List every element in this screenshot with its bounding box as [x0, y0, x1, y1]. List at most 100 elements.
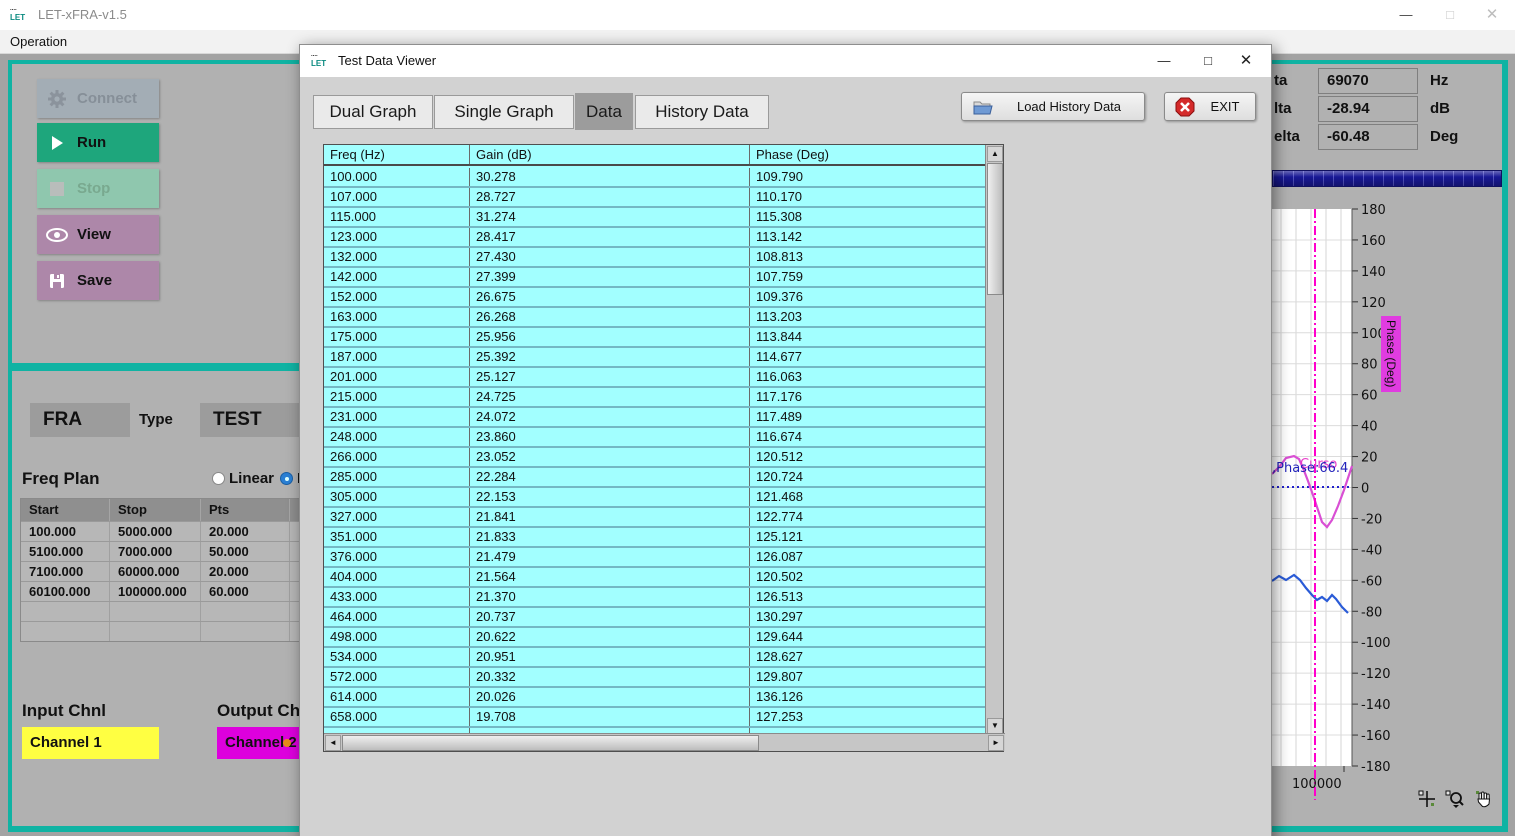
- y-tick-label: -60: [1361, 574, 1382, 589]
- data-table-row[interactable]: 433.00021.370126.513: [324, 588, 987, 608]
- freq-plan-cell: [110, 602, 201, 621]
- data-table-row[interactable]: 142.00027.399107.759: [324, 268, 987, 288]
- bode-chart[interactable]: 180160140120100806040200-20-40-60-80-100…: [1272, 200, 1502, 830]
- data-table-row[interactable]: 572.00020.332129.807: [324, 668, 987, 688]
- freq-plan-row[interactable]: [21, 601, 302, 621]
- pan-hand-icon[interactable]: [1474, 790, 1492, 813]
- data-table-cell: 21.370: [470, 588, 750, 606]
- play-icon: [37, 135, 77, 151]
- data-table-cell: 107.759: [750, 268, 987, 286]
- log-radio[interactable]: [280, 472, 293, 485]
- data-table-row[interactable]: 187.00025.392114.677: [324, 348, 987, 368]
- delta-gain-label: lta: [1274, 100, 1292, 117]
- zoom-tool-icon[interactable]: [1445, 790, 1465, 813]
- freq-plan-row[interactable]: 60100.000100000.00060.000: [21, 581, 302, 601]
- data-table-cell: 129.807: [750, 668, 987, 686]
- freq-plan-row[interactable]: 5100.0007000.00050.000: [21, 541, 302, 561]
- input-chnl-label: Input Chnl: [22, 701, 106, 721]
- tab-data[interactable]: Data: [575, 93, 633, 130]
- data-table-row[interactable]: 175.00025.956113.844: [324, 328, 987, 348]
- scroll-down-icon[interactable]: ▼: [987, 718, 1003, 734]
- dialog-maximize-icon[interactable]: □: [1191, 45, 1225, 77]
- maximize-icon[interactable]: □: [1433, 0, 1467, 30]
- horizontal-scroll-thumb[interactable]: [342, 735, 759, 751]
- data-table-row[interactable]: 215.00024.725117.176: [324, 388, 987, 408]
- data-table-row[interactable]: 123.00028.417113.142: [324, 228, 987, 248]
- data-table-row[interactable]: 464.00020.737130.297: [324, 608, 987, 628]
- data-table-row[interactable]: 658.00019.708127.253: [324, 708, 987, 728]
- data-table-row[interactable]: 100.00030.278109.790: [324, 168, 987, 188]
- freq-plan-cell: 20.000: [201, 522, 290, 541]
- view-button[interactable]: View: [37, 215, 159, 254]
- operation-panel: Connect Run Stop View Save: [8, 60, 299, 363]
- tab-single-graph[interactable]: Single Graph: [434, 95, 574, 129]
- data-table-cell: 24.725: [470, 388, 750, 406]
- y-tick-label: -80: [1361, 605, 1382, 620]
- delta-phase-readout[interactable]: -60.48: [1318, 124, 1418, 150]
- tab-dual-graph[interactable]: Dual Graph: [313, 95, 433, 129]
- data-table-cell: 122.774: [750, 508, 987, 526]
- load-history-data-button[interactable]: Load History Data: [961, 92, 1145, 121]
- connect-button[interactable]: Connect: [37, 79, 159, 118]
- data-table-row[interactable]: 266.00023.052120.512: [324, 448, 987, 468]
- data-table-row[interactable]: 498.00020.622129.644: [324, 628, 987, 648]
- stop-button[interactable]: Stop: [37, 169, 159, 208]
- close-icon[interactable]: ✕: [1475, 0, 1509, 30]
- vertical-scrollbar[interactable]: ▲ ▼: [985, 145, 1003, 735]
- freq-plan-row[interactable]: 7100.00060000.00020.000: [21, 561, 302, 581]
- minimize-icon[interactable]: —: [1389, 0, 1423, 30]
- data-table-row[interactable]: 534.00020.951128.627: [324, 648, 987, 668]
- y-tick-label: 0: [1361, 482, 1369, 497]
- data-table-row[interactable]: 107.00028.727110.170: [324, 188, 987, 208]
- y-tick-label: -40: [1361, 543, 1382, 558]
- data-table-row[interactable]: 404.00021.564120.502: [324, 568, 987, 588]
- data-table-row[interactable]: 614.00020.026136.126: [324, 688, 987, 708]
- data-table-row[interactable]: 248.00023.860116.674: [324, 428, 987, 448]
- input-channel-selector[interactable]: Channel 1: [22, 727, 159, 759]
- run-button[interactable]: Run: [37, 123, 159, 162]
- dialog-close-icon[interactable]: ✕: [1229, 45, 1263, 77]
- horizontal-scrollbar[interactable]: ◄ ►: [324, 733, 1005, 751]
- data-table-row[interactable]: 132.00027.430108.813: [324, 248, 987, 268]
- test-name-box[interactable]: TEST: [200, 403, 303, 437]
- fra-mode-box[interactable]: FRA: [30, 403, 130, 437]
- scroll-left-icon[interactable]: ◄: [325, 735, 341, 751]
- exit-x-icon: [1175, 97, 1195, 117]
- data-table-row[interactable]: 152.00026.675109.376: [324, 288, 987, 308]
- hz-unit-label: Hz: [1430, 72, 1448, 89]
- freq-plan-cell: 100.000: [21, 522, 110, 541]
- vertical-scroll-thumb[interactable]: [987, 163, 1003, 295]
- data-table-row[interactable]: 376.00021.479126.087: [324, 548, 987, 568]
- data-table-row[interactable]: 305.00022.153121.468: [324, 488, 987, 508]
- data-table-row[interactable]: 201.00025.127116.063: [324, 368, 987, 388]
- y-tick-label: 140: [1361, 265, 1386, 280]
- deg-unit-label: Deg: [1430, 128, 1458, 145]
- dialog-titlebar[interactable]: .... LET Test Data Viewer — □ ✕: [300, 45, 1271, 77]
- app-title: LET-xFRA-v1.5: [38, 0, 127, 30]
- floppy-save-button[interactable]: Save: [37, 261, 159, 300]
- scroll-up-icon[interactable]: ▲: [987, 146, 1003, 162]
- delta-freq-readout[interactable]: 69070: [1318, 68, 1418, 94]
- dialog-minimize-icon[interactable]: —: [1147, 45, 1181, 77]
- freq-plan-row[interactable]: [21, 621, 302, 641]
- data-table-cell: 20.951: [470, 648, 750, 666]
- scroll-right-icon[interactable]: ►: [988, 735, 1004, 751]
- data-table-row[interactable]: 351.00021.833125.121: [324, 528, 987, 548]
- menu-operation[interactable]: Operation: [10, 30, 67, 54]
- data-table-cell: 21.564: [470, 568, 750, 586]
- data-table-cell: 113.203: [750, 308, 987, 326]
- data-table-row[interactable]: 163.00026.268113.203: [324, 308, 987, 328]
- delta-gain-readout[interactable]: -28.94: [1318, 96, 1418, 122]
- data-table-row[interactable]: 327.00021.841122.774: [324, 508, 987, 528]
- data-table-cell: 132.000: [324, 248, 470, 266]
- cursor-crosshair-icon[interactable]: [1418, 790, 1436, 813]
- data-table-row[interactable]: 115.00031.274115.308: [324, 208, 987, 228]
- linear-radio[interactable]: [212, 472, 225, 485]
- data-table-row[interactable]: 231.00024.072117.489: [324, 408, 987, 428]
- freq-plan-cell: [21, 602, 110, 621]
- data-table-row[interactable]: 285.00022.284120.724: [324, 468, 987, 488]
- freq-plan-row[interactable]: 100.0005000.00020.000: [21, 521, 302, 541]
- exit-button[interactable]: EXIT: [1164, 92, 1256, 121]
- x-tick-label: 100000: [1292, 777, 1342, 792]
- tab-history-data[interactable]: History Data: [635, 95, 769, 129]
